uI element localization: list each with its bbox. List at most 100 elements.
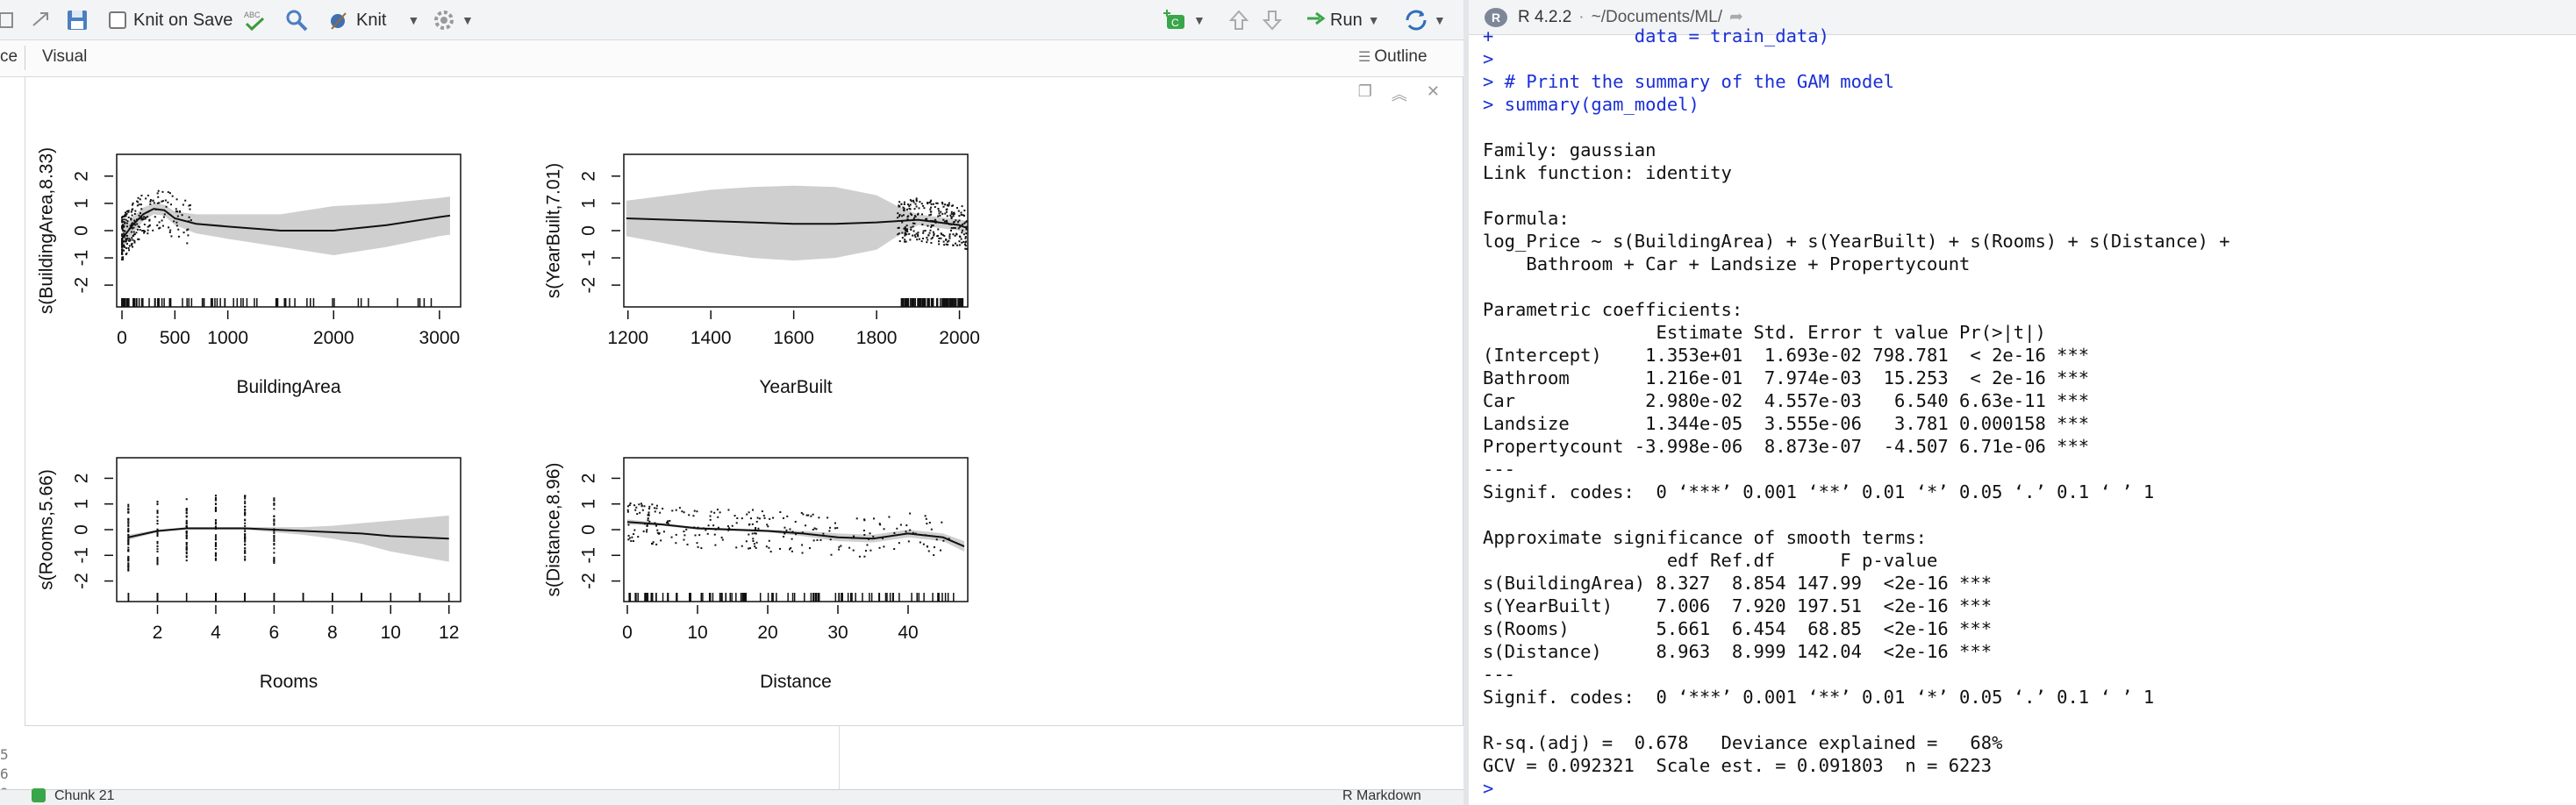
residual-point: [156, 523, 159, 525]
residual-point: [955, 219, 957, 222]
residual-point: [927, 202, 929, 204]
residual-point: [156, 224, 159, 226]
spellcheck-icon[interactable]: ABC: [242, 5, 267, 35]
residual-point: [830, 553, 833, 556]
residual-point: [185, 538, 188, 540]
residual-point: [185, 532, 188, 535]
residual-point: [726, 525, 729, 528]
x-tick-label: 8: [327, 623, 338, 643]
expand-output-icon[interactable]: ❐: [1358, 82, 1372, 105]
residual-point: [829, 538, 832, 541]
console-output[interactable]: + data = train_data) > > # Print the summa…: [1483, 25, 2571, 805]
residual-point: [927, 239, 929, 241]
residual-point: [189, 208, 191, 210]
outline-icon: ☰: [1358, 50, 1371, 65]
show-in-window-icon[interactable]: [30, 5, 54, 35]
residual-point: [139, 198, 141, 201]
residual-point: [910, 200, 912, 203]
residual-point: [927, 234, 930, 237]
residual-point: [748, 547, 750, 550]
tab-source[interactable]: ce: [0, 47, 18, 67]
residual-point: [933, 546, 935, 549]
save-icon[interactable]: [65, 5, 89, 35]
residual-point: [273, 520, 275, 523]
residual-point: [904, 228, 906, 231]
residual-point: [751, 532, 754, 535]
chevron-down-icon[interactable]: ▼: [462, 13, 474, 27]
knit-button[interactable]: Knit ▼: [326, 5, 419, 35]
run-button[interactable]: Run ▼: [1306, 5, 1380, 35]
residual-point: [919, 201, 921, 203]
residual-point: [949, 214, 952, 217]
chevron-down-icon[interactable]: ▼: [1193, 13, 1206, 27]
residual-point: [927, 224, 929, 227]
find-icon[interactable]: [284, 5, 309, 35]
y-tick-label: 1: [579, 499, 599, 509]
residual-point: [188, 216, 190, 218]
residual-point: [626, 509, 629, 511]
confidence-band: [627, 519, 964, 552]
knit-on-save-checkbox[interactable]: Knit on Save: [109, 5, 233, 35]
x-tick-label: 0: [622, 623, 633, 643]
residual-point: [965, 232, 968, 235]
settings-button[interactable]: ▼: [432, 5, 474, 35]
residual-point: [148, 218, 151, 221]
residual-point: [156, 533, 159, 536]
residual-point: [778, 547, 781, 550]
residual-point: [755, 520, 758, 523]
chevron-down-icon[interactable]: ▼: [407, 13, 419, 27]
residual-point: [693, 509, 696, 512]
collapse-output-icon[interactable]: ︽: [1392, 82, 1407, 105]
residual-point: [185, 545, 188, 548]
residual-point: [783, 535, 785, 538]
chunk-indicator[interactable]: Chunk 21: [54, 788, 115, 804]
residual-point: [648, 511, 650, 514]
residual-point: [273, 497, 275, 500]
residual-point: [863, 555, 866, 558]
residual-point: [127, 534, 130, 537]
tab-visual[interactable]: Visual: [42, 47, 87, 67]
residual-point: [131, 214, 133, 217]
residual-point: [152, 229, 154, 232]
residual-point: [127, 527, 130, 530]
go-to-previous-chunk-icon[interactable]: [1227, 5, 1251, 35]
residual-point: [683, 531, 685, 533]
residual-point: [647, 517, 649, 520]
residual-point: [133, 239, 136, 242]
residual-point: [727, 509, 730, 511]
residual-point: [244, 539, 247, 542]
residual-point: [942, 539, 945, 542]
residual-point: [185, 523, 188, 525]
residual-point: [719, 511, 721, 514]
insert-chunk-button[interactable]: C ▼: [1163, 5, 1206, 35]
x-axis-label: BuildingArea: [236, 377, 340, 397]
residual-point: [903, 201, 905, 203]
document-mode[interactable]: R Markdown: [1342, 788, 1421, 804]
residual-point: [948, 233, 951, 236]
residual-point: [941, 234, 944, 237]
close-icon[interactable]: ✕: [1427, 82, 1440, 105]
residual-point: [946, 203, 948, 206]
residual-point: [126, 220, 129, 223]
residual-point: [858, 555, 861, 558]
editor-mode-bar: ce Visual ☰ Outline: [0, 40, 1463, 77]
chevron-down-icon[interactable]: ▼: [1368, 13, 1380, 27]
outline-button[interactable]: ☰ Outline: [1358, 47, 1428, 67]
residual-point: [907, 203, 910, 206]
nav-back-icon[interactable]: [0, 5, 25, 35]
residual-point: [121, 252, 124, 254]
residual-point: [909, 529, 912, 531]
x-tick-label: 1800: [856, 328, 898, 348]
go-to-next-chunk-icon[interactable]: [1260, 5, 1284, 35]
residual-point: [947, 240, 949, 243]
rerun-button[interactable]: ▼: [1404, 5, 1446, 35]
residual-point: [125, 211, 127, 214]
residual-point: [906, 231, 909, 233]
residual-point: [127, 216, 130, 218]
chevron-down-icon[interactable]: ▼: [1434, 13, 1446, 27]
residual-point: [630, 539, 633, 542]
residual-point: [123, 218, 125, 221]
residual-point: [713, 533, 716, 536]
residual-point: [756, 516, 759, 519]
